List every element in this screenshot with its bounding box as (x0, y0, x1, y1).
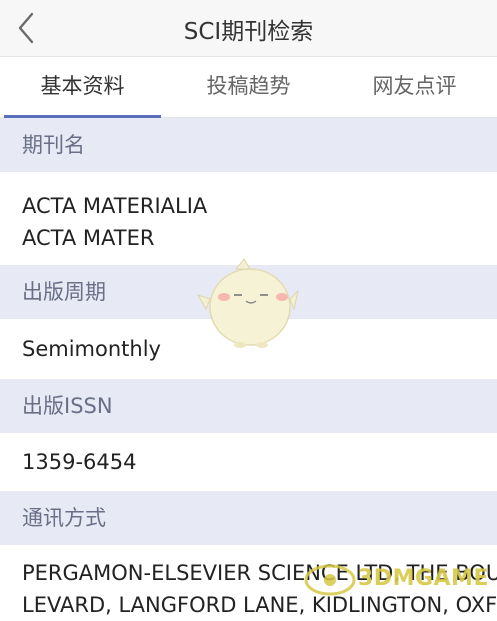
tab-submission-trend[interactable]: 投稿趋势 (166, 57, 331, 117)
journal-detail: 期刊名 ACTA MATERIALIA ACTA MATER 出版周期 Semi… (0, 118, 497, 621)
tab-bar: 基本资料 投稿趋势 网友点评 (0, 57, 497, 118)
section-header-issn: 出版ISSN (0, 379, 497, 433)
mascot-icon (196, 258, 299, 348)
section-header-journal-name: 期刊名 (0, 118, 497, 172)
journal-full-name: ACTA MATERIALIA (22, 194, 208, 218)
watermark: 3DMGAME (358, 566, 489, 591)
page-title: SCI期刊检索 (183, 19, 314, 45)
journal-abbrev-name: ACTA MATER (22, 226, 155, 250)
journal-name-value: ACTA MATERIALIA ACTA MATER (0, 172, 497, 265)
tab-basic-info[interactable]: 基本资料 (0, 57, 165, 118)
app-header: SCI期刊检索 (0, 0, 497, 57)
contact-line: LEVARD, LANGFORD LANE, KIDLINGTON, OXF (22, 593, 497, 617)
issn-value: 1359-6454 (0, 433, 497, 491)
section-header-contact: 通讯方式 (0, 491, 497, 545)
tab-user-reviews[interactable]: 网友点评 (332, 57, 497, 117)
watermark-logo-icon (304, 564, 356, 596)
